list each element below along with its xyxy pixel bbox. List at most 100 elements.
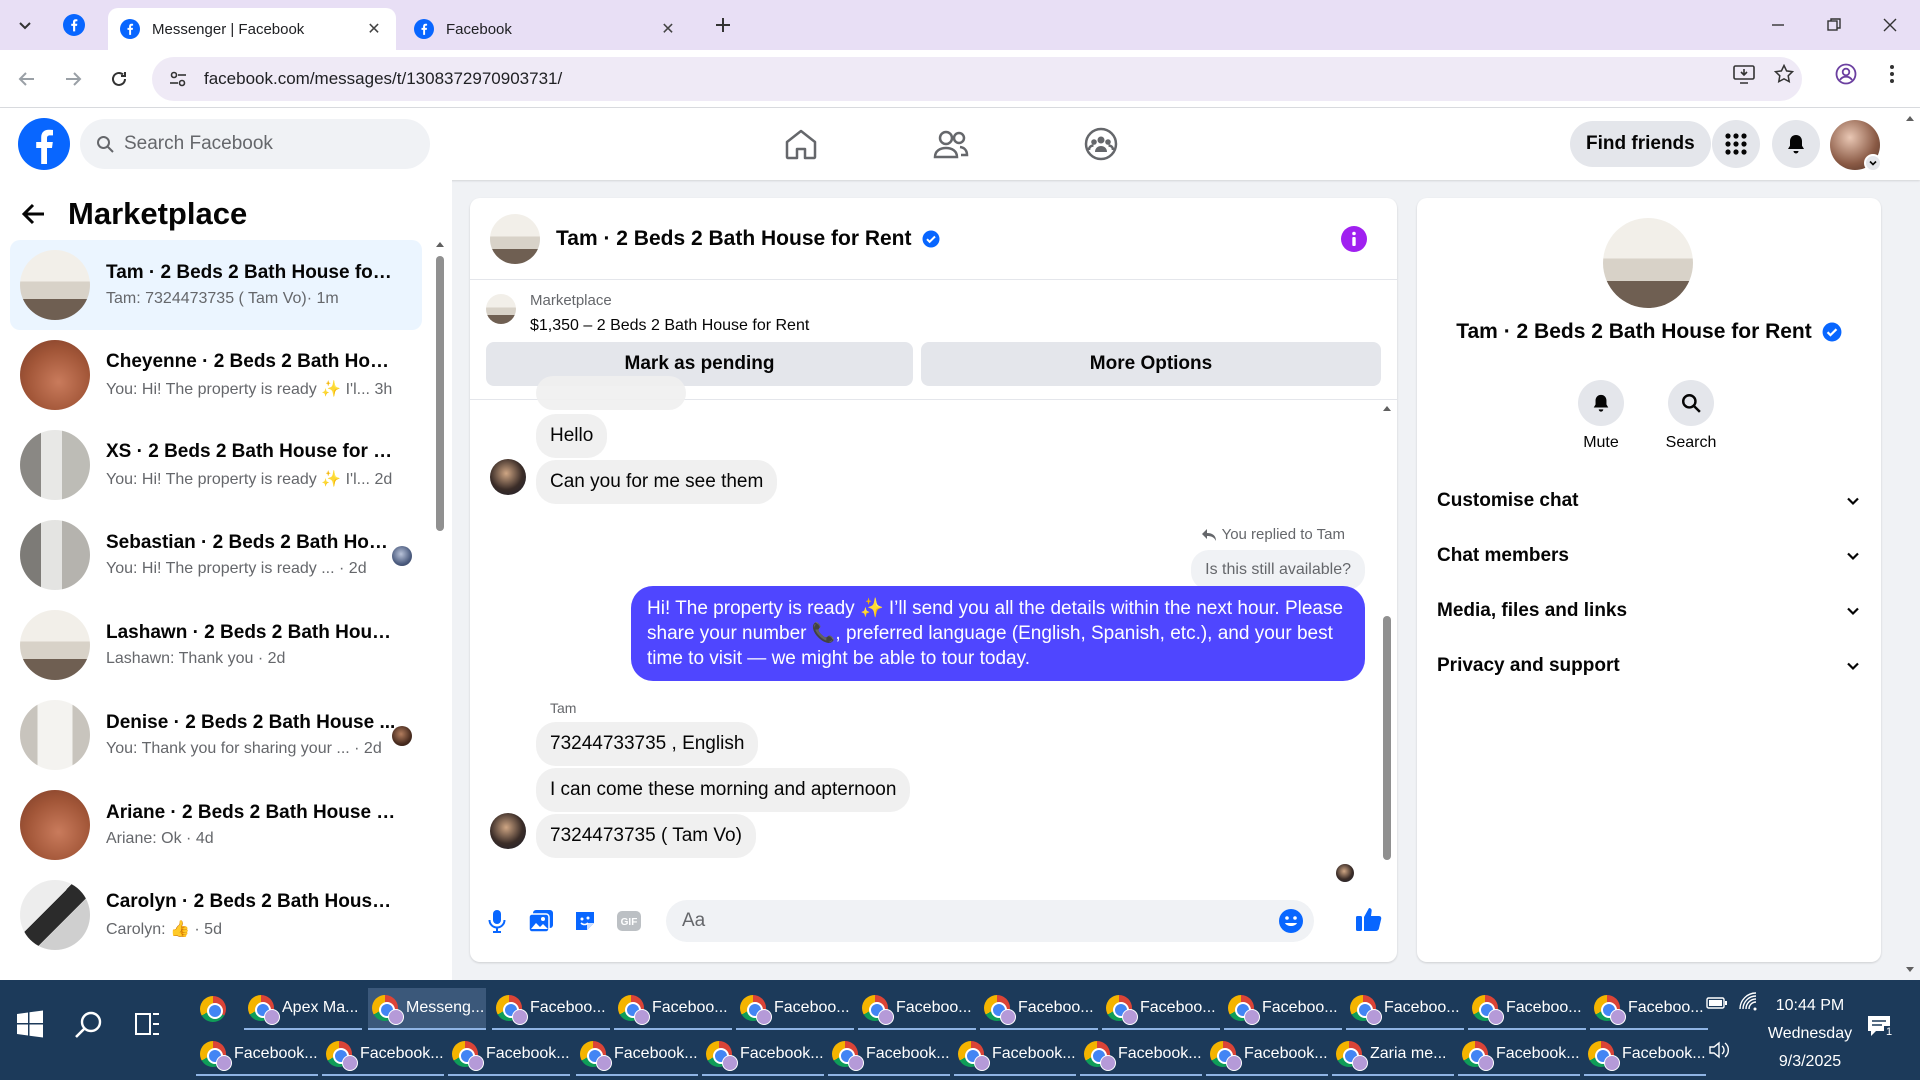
facebook-logo-icon[interactable] — [18, 118, 70, 170]
message-input[interactable] — [682, 910, 1242, 932]
arrow-left-icon — [18, 72, 34, 86]
nav-friends[interactable] — [921, 118, 981, 170]
listing-price-title[interactable]: $1,350 – 2 Beds 2 Bath House for Rent — [530, 317, 809, 335]
taskbar-window[interactable]: Faceboo... — [492, 988, 610, 1030]
pinned-tab-facebook[interactable] — [58, 10, 90, 40]
taskbar-window[interactable]: Facebook... — [1458, 1034, 1580, 1076]
section-chat-members[interactable]: Chat members — [1437, 536, 1861, 576]
battery-icon[interactable] — [1706, 996, 1728, 1010]
taskbar-window[interactable]: Facebook... — [576, 1034, 698, 1076]
close-window-button[interactable] — [1870, 10, 1910, 40]
taskbar-window[interactable]: Messeng... — [368, 988, 486, 1030]
search-input[interactable] — [124, 133, 404, 155]
task-view-button[interactable] — [134, 1010, 162, 1038]
taskbar-window[interactable]: Zaria me... — [1332, 1034, 1454, 1076]
volume-icon[interactable] — [1708, 1040, 1732, 1060]
minimize-button[interactable] — [1758, 10, 1798, 40]
conversation-item[interactable]: XS · 2 Beds 2 Bath House for Rent You: H… — [10, 420, 422, 510]
facebook-search[interactable] — [80, 119, 430, 169]
nav-home[interactable] — [771, 118, 831, 170]
profile-icon[interactable] — [1832, 60, 1860, 88]
taskbar-window[interactable]: Facebook... — [196, 1034, 318, 1076]
close-tab-icon[interactable]: ✕ — [658, 19, 678, 39]
close-tab-icon[interactable]: ✕ — [364, 19, 384, 39]
info-icon[interactable] — [1341, 226, 1367, 252]
details-avatar[interactable] — [1603, 218, 1693, 308]
taskbar-window[interactable]: Faceboo... — [980, 988, 1098, 1030]
menu-button[interactable] — [1712, 120, 1760, 168]
message-input-container[interactable] — [666, 900, 1314, 942]
conversation-item[interactable]: Tam · 2 Beds 2 Bath House for R... Tam: … — [10, 240, 422, 330]
taskbar-window[interactable]: Facebook... — [1584, 1034, 1706, 1076]
chat-scrollbar[interactable] — [1381, 404, 1393, 874]
taskbar-window[interactable]: Faceboo... — [1468, 988, 1586, 1030]
taskbar-window[interactable]: Faceboo... — [1590, 988, 1708, 1030]
forward-button[interactable] — [58, 64, 88, 94]
more-options-button[interactable]: More Options — [921, 342, 1381, 386]
chat-avatar[interactable] — [490, 213, 540, 264]
back-arrow-icon[interactable] — [22, 203, 46, 225]
nav-groups[interactable] — [1071, 118, 1131, 170]
search-action[interactable]: Search — [1651, 380, 1731, 452]
tab-messenger[interactable]: Messenger | Facebook ✕ — [108, 8, 396, 50]
taskbar-window[interactable]: Facebook... — [448, 1034, 570, 1076]
facebook-favicon-icon — [120, 19, 140, 39]
conversation-item[interactable]: Ariane · 2 Beds 2 Bath House for... Aria… — [10, 780, 422, 870]
taskbar-window[interactable]: Facebook... — [702, 1034, 824, 1076]
chat-title[interactable]: Tam · 2 Beds 2 Bath House for Rent — [556, 227, 912, 251]
new-tab-button[interactable] — [710, 12, 736, 38]
conversation-item[interactable]: Carolyn · 2 Beds 2 Bath House f... Carol… — [10, 870, 422, 960]
restore-button[interactable] — [1814, 10, 1854, 40]
taskbar-search-button[interactable] — [74, 1010, 104, 1040]
tab-facebook[interactable]: Facebook ✕ — [402, 8, 690, 50]
taskbar-chrome[interactable] — [196, 988, 226, 1030]
conversation-item[interactable]: Cheyenne · 2 Beds 2 Bath House... You: H… — [10, 330, 422, 420]
system-clock[interactable]: 10:44 PM Wednesday 9/3/2025 — [1755, 992, 1865, 1076]
taskbar-window[interactable]: Faceboo... — [1102, 988, 1220, 1030]
taskbar-window[interactable]: Facebook... — [828, 1034, 950, 1076]
conversation-item[interactable]: Sebastian · 2 Beds 2 Bath Hou... You: Hi… — [10, 510, 422, 600]
mute-action[interactable]: Mute — [1561, 380, 1641, 452]
tab-search-dropdown[interactable] — [12, 12, 38, 38]
sender-avatar — [490, 459, 526, 495]
attach-photo-button[interactable] — [526, 906, 556, 936]
section-privacy-support[interactable]: Privacy and support — [1437, 646, 1861, 686]
taskbar-window[interactable]: Faceboo... — [614, 988, 732, 1030]
install-app-icon[interactable] — [1730, 60, 1758, 88]
sticker-button[interactable] — [570, 906, 600, 936]
conversation-preview: Tam: 7324473735 ( Tam Vo) — [106, 290, 307, 307]
address-bar[interactable]: facebook.com/messages/t/1308372970903731… — [152, 57, 1802, 101]
emoji-icon[interactable] — [1278, 908, 1304, 934]
back-button[interactable] — [12, 64, 42, 94]
kebab-menu-icon[interactable] — [1878, 60, 1906, 88]
gif-button[interactable]: GIF — [614, 906, 644, 936]
page-scrollbar[interactable] — [1900, 108, 1920, 980]
taskbar-window[interactable]: Facebook... — [954, 1034, 1076, 1076]
scrollbar-thumb[interactable] — [436, 256, 444, 531]
conversation-item[interactable]: Lashawn · 2 Beds 2 Bath House f... Lasha… — [10, 600, 422, 690]
find-friends-button[interactable]: Find friends — [1570, 121, 1711, 167]
taskbar-window[interactable]: Facebook... — [1080, 1034, 1202, 1076]
taskbar-window[interactable]: Faceboo... — [858, 988, 976, 1030]
account-avatar[interactable] — [1830, 120, 1882, 172]
reload-button[interactable] — [104, 64, 134, 94]
notification-center-button[interactable]: 1 — [1866, 1014, 1895, 1038]
taskbar-window[interactable]: Facebook... — [322, 1034, 444, 1076]
taskbar-window[interactable]: Faceboo... — [1224, 988, 1342, 1030]
taskbar-window[interactable]: Facebook... — [1206, 1034, 1328, 1076]
start-button[interactable] — [16, 1010, 44, 1038]
voice-clip-button[interactable] — [482, 906, 512, 936]
section-media-files-links[interactable]: Media, files and links — [1437, 591, 1861, 631]
notifications-button[interactable] — [1772, 120, 1820, 168]
conversation-item[interactable]: Denise · 2 Beds 2 Bath House ... You: Th… — [10, 690, 422, 780]
taskbar-window[interactable]: Faceboo... — [736, 988, 854, 1030]
taskbar-window[interactable]: Faceboo... — [1346, 988, 1464, 1030]
section-customise-chat[interactable]: Customise chat — [1437, 481, 1861, 521]
replied-message-quote[interactable]: Is this still available? — [1191, 550, 1365, 590]
sidebar-scrollbar[interactable] — [434, 240, 446, 970]
bookmark-star-icon[interactable] — [1770, 60, 1798, 88]
site-info-icon[interactable] — [160, 70, 196, 88]
taskbar-window[interactable]: Apex Ma... — [244, 988, 362, 1030]
scrollbar-thumb[interactable] — [1383, 616, 1391, 860]
send-like-button[interactable] — [1354, 904, 1384, 934]
